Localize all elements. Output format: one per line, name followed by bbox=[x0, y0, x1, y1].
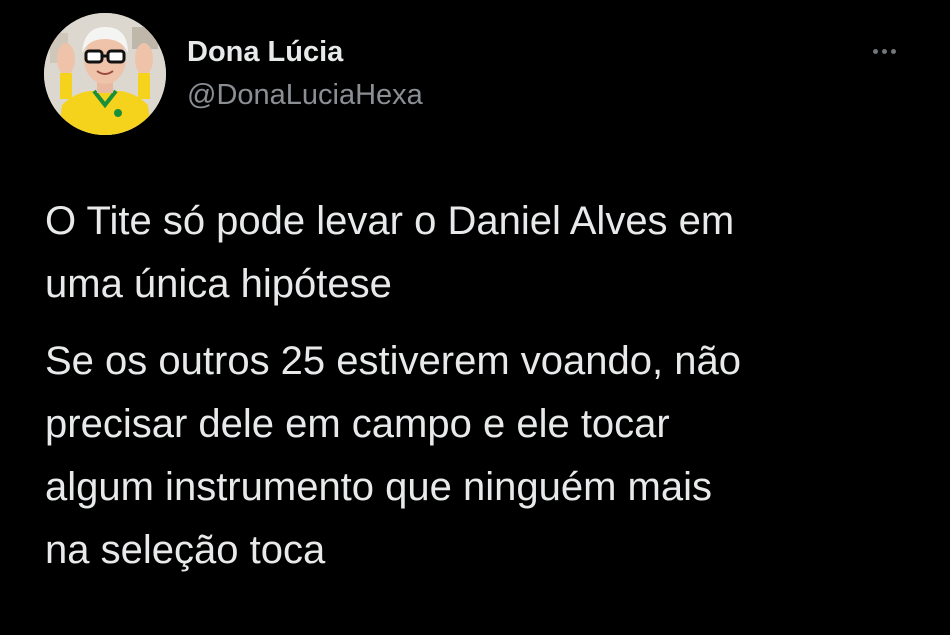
tweet-line: Se os outros 25 estiverem voando, não bbox=[45, 339, 741, 383]
tweet-line: O Tite só pode levar o Daniel Alves em bbox=[45, 199, 735, 243]
author-display-name[interactable]: Dona Lúcia bbox=[187, 32, 423, 72]
author-handle[interactable]: @DonaLuciaHexa bbox=[187, 75, 423, 115]
tweet-line: algum instrumento que ninguém mais bbox=[45, 465, 713, 509]
author-info: Dona Lúcia @DonaLuciaHexa bbox=[187, 32, 423, 115]
tweet-line: uma única hipótese bbox=[45, 262, 392, 306]
tweet-line: na seleção toca bbox=[45, 528, 326, 572]
tweet-text: O Tite só pode levar o Daniel Alves em u… bbox=[45, 190, 925, 582]
author-avatar[interactable] bbox=[44, 13, 166, 135]
more-horizontal-icon bbox=[871, 48, 898, 54]
tweet-card: Dona Lúcia @DonaLuciaHexa O Tite só pode… bbox=[0, 0, 950, 635]
tweet-paragraph: Se os outros 25 estiverem voando, não pr… bbox=[45, 330, 925, 582]
tweet-line: precisar dele em campo e ele tocar bbox=[45, 402, 670, 446]
tweet-paragraph: O Tite só pode levar o Daniel Alves em u… bbox=[45, 190, 925, 316]
avatar-photo-icon bbox=[44, 13, 166, 135]
more-options-button[interactable] bbox=[860, 36, 908, 66]
